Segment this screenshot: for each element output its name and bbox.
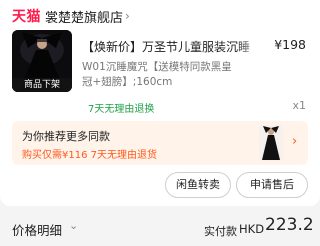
spec-line: 冠+翅膀】;160cm (82, 76, 173, 88)
recommend-banner[interactable]: 为你推荐更多同款 购买仅需¥116 7天无理由退货 › (12, 121, 308, 165)
shop-header[interactable]: 天猫 裳楚楚旗舰店 › (12, 6, 130, 26)
paid-amount-label: 实付款 (204, 225, 237, 238)
price-detail-label[interactable]: 价格明细 (12, 220, 62, 239)
paid-amount: 223.2 (265, 215, 314, 235)
shop-name[interactable]: 裳楚楚旗舰店 (45, 7, 123, 26)
recommend-image (259, 125, 283, 161)
recommend-subtitle: 购买仅需¥116 7天无理由退货 (22, 150, 157, 161)
after-sale-button[interactable]: 申请售后 (236, 172, 308, 198)
product-image[interactable]: 商品下架 (12, 30, 72, 92)
currency-code: HKD (239, 222, 265, 236)
product-price: ¥198 (274, 37, 306, 52)
recommend-dress-icon (259, 125, 283, 161)
product-spec: W01沉睡魔咒【送模特同款黑皇 冠+翅膀】;160cm (82, 60, 268, 90)
chevron-right-icon: › (292, 134, 298, 149)
quantity: x1 (292, 99, 306, 112)
recommend-title: 为你推荐更多同款 (22, 130, 110, 143)
xianyu-resell-button[interactable]: 闲鱼转卖 (165, 172, 231, 198)
product-title[interactable]: 【焕新价】万圣节儿童服装沉睡 (82, 38, 262, 55)
chevron-right-icon: › (125, 9, 130, 23)
order-item-card: 天猫 裳楚楚旗舰店 › 商品下架 【焕新价】万圣节儿童服装沉睡 ¥198 W01… (0, 0, 320, 206)
chevron-down-icon[interactable]: ⌄ (69, 219, 78, 232)
delisted-tag: 商品下架 (12, 78, 72, 92)
spec-line: W01沉睡魔咒【送模特同款黑皇 (82, 61, 232, 73)
return-policy-tag: 7天无理由退换 (88, 104, 155, 115)
tmall-logo: 天猫 (12, 9, 41, 25)
